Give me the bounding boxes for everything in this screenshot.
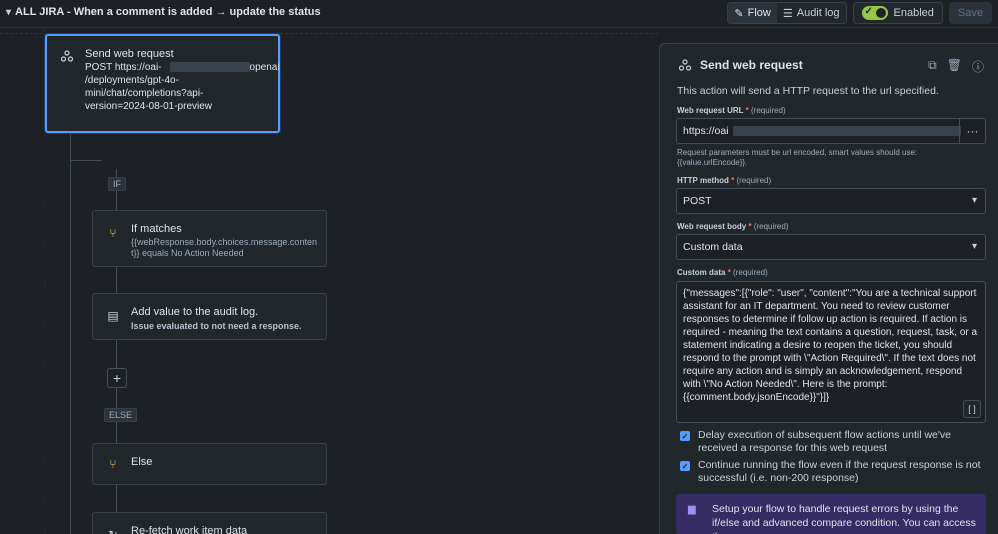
if-matches-node[interactable]: ⑂ If matches {{webResponse.body.choices.… (92, 210, 327, 267)
delete-icon[interactable]: 🗑 (947, 58, 962, 75)
else-node[interactable]: ⑂ Else (92, 443, 327, 485)
node-title: If matches (131, 223, 182, 235)
label-text: HTTP method (677, 176, 729, 185)
condition-line: t}} equals No Action Needed (131, 248, 244, 258)
node-title: Add value to the audit log. (131, 306, 259, 318)
redacted-text (169, 62, 250, 73)
top-actions: ✎ Flow ☰ Audit log ✓ Enabled Save (727, 2, 992, 24)
hint-line: Request parameters must be url encoded, … (677, 148, 918, 157)
url-value: https://oai (683, 125, 729, 137)
hint-line: {{value.urlEncode}}. (677, 158, 748, 167)
required-text: (required) (750, 106, 786, 115)
node-subtitle: Issue evaluated to not need a response. (131, 321, 302, 331)
view-switcher: ✎ Flow ☰ Audit log (727, 2, 847, 24)
required-mark: * (748, 222, 752, 231)
label-text: Web request URL (677, 106, 744, 115)
flow-view-button[interactable]: ✎ Flow (728, 3, 777, 23)
node-title: Re-fetch work item data (131, 525, 248, 534)
chevron-down-icon[interactable]: ▾ (6, 7, 11, 18)
url-line: mini/chat/completions?api- (85, 88, 204, 99)
save-button[interactable]: Save (948, 2, 992, 24)
enabled-toggle[interactable]: ✓ Enabled (852, 2, 943, 24)
info-text: Setup your flow to handle request errors… (712, 503, 976, 534)
node-title: Else (131, 456, 153, 468)
connector (70, 160, 102, 161)
body-value: Custom data (683, 241, 743, 253)
smart-value-button[interactable]: [ ] (963, 400, 981, 418)
info-panel: ▆ Setup your flow to handle request erro… (676, 494, 986, 534)
panel-header: Send web request (678, 58, 803, 72)
list-icon: ☰ (782, 7, 793, 20)
custom-data-value: {"messages":[{"role": "user", "content":… (683, 288, 978, 403)
if-tag: IF (108, 177, 126, 191)
chevron-down-icon: ▾ (971, 195, 977, 206)
delay-execution-option[interactable]: ✓ Delay execution of subsequent flow act… (680, 429, 985, 455)
label-text: Web request body (677, 222, 747, 231)
webhook-icon (59, 48, 75, 64)
top-bar: ▾ ALL JIRA - When a comment is added → u… (0, 0, 998, 28)
panel-title: Send web request (700, 58, 803, 72)
rule-title-text: ALL JIRA - When a comment is added → upd… (15, 6, 321, 18)
body-label: Web request body * (required) (677, 222, 788, 231)
delay-checkbox[interactable]: ✓ (680, 431, 690, 441)
help-icon[interactable]: ⓘ (972, 58, 984, 75)
node-title: Send web request (85, 48, 174, 60)
else-tag: ELSE (104, 408, 138, 422)
condition-line: {{webResponse.body.choices.message.conte… (131, 237, 317, 247)
note-icon: ▆ (688, 504, 696, 515)
continue-checkbox[interactable]: ✓ (680, 461, 690, 471)
method-value: POST (683, 195, 712, 207)
custom-data-textarea[interactable]: {"messages":[{"role": "user", "content":… (676, 281, 986, 423)
required-text: (required) (733, 268, 768, 277)
custom-data-label: Custom data * (required) (677, 268, 768, 277)
edit-icon: ✎ (734, 7, 744, 20)
method-select[interactable]: POST ▾ (676, 188, 986, 214)
flow-canvas[interactable]: Send web request POST https://oai-openai… (0, 29, 658, 534)
url-line: version=2024-08-01-preview (85, 101, 213, 112)
chevron-down-icon: ▾ (971, 241, 977, 252)
webhook-icon (678, 58, 692, 72)
required-mark: * (745, 106, 749, 115)
branch-icon: ⑂ (109, 457, 117, 471)
node-subtitle: {{webResponse.body.choices.message.conte… (131, 237, 317, 259)
audit-log-node[interactable]: ▤ Add value to the audit log. Issue eval… (92, 293, 327, 340)
connector (70, 133, 71, 534)
checkbox-label: Delay execution of subsequent flow actio… (698, 429, 951, 454)
panel-tools: ⧉ 🗑 ⓘ (928, 58, 984, 75)
toggle-switch[interactable]: ✓ (861, 6, 888, 20)
url-label: Web request URL * (required) (677, 106, 786, 115)
more-options-button[interactable]: ··· (959, 119, 985, 143)
send-web-request-node[interactable]: Send web request POST https://oai-openai… (45, 34, 280, 133)
add-action-button[interactable]: + (107, 368, 127, 388)
body-select[interactable]: Custom data ▾ (676, 234, 986, 260)
panel-description: This action will send a HTTP request to … (677, 85, 939, 97)
checkbox-label: Continue running the flow even if the re… (698, 459, 981, 484)
label-text: Custom data (677, 268, 726, 277)
url-input[interactable]: https://oai ··· (676, 118, 986, 144)
required-text: (required) (753, 222, 789, 231)
document-icon: ▤ (107, 309, 119, 323)
method-label: HTTP method * (required) (677, 176, 771, 185)
url-line: /deployments/gpt-4o- (85, 75, 179, 86)
node-details: POST https://oai-openai /deployments/gpt… (85, 61, 280, 113)
required-mark: * (731, 176, 735, 185)
check-icon: ✓ (864, 6, 873, 17)
enabled-label: Enabled (893, 7, 934, 19)
required-mark: * (727, 268, 731, 277)
url-line: POST https://oai- (85, 62, 162, 73)
audit-label: Audit log (796, 7, 840, 19)
required-text: (required) (736, 176, 772, 185)
continue-on-error-option[interactable]: ✓ Continue running the flow even if the … (680, 459, 985, 485)
url-hint: Request parameters must be url encoded, … (677, 148, 917, 168)
url-line-tail: openai (249, 62, 280, 73)
duplicate-icon[interactable]: ⧉ (928, 58, 937, 75)
rule-title[interactable]: ▾ ALL JIRA - When a comment is added → u… (6, 6, 321, 18)
audit-log-button[interactable]: ☰ Audit log (776, 3, 846, 23)
flow-label: Flow (747, 7, 771, 19)
refresh-icon: ↻ (105, 527, 121, 534)
redacted-text (732, 126, 961, 136)
branch-icon: ⑂ (109, 226, 117, 240)
action-config-panel: Send web request ⧉ 🗑 ⓘ This action will … (659, 43, 998, 534)
refetch-node[interactable]: ↻ Re-fetch work item data (92, 512, 327, 534)
